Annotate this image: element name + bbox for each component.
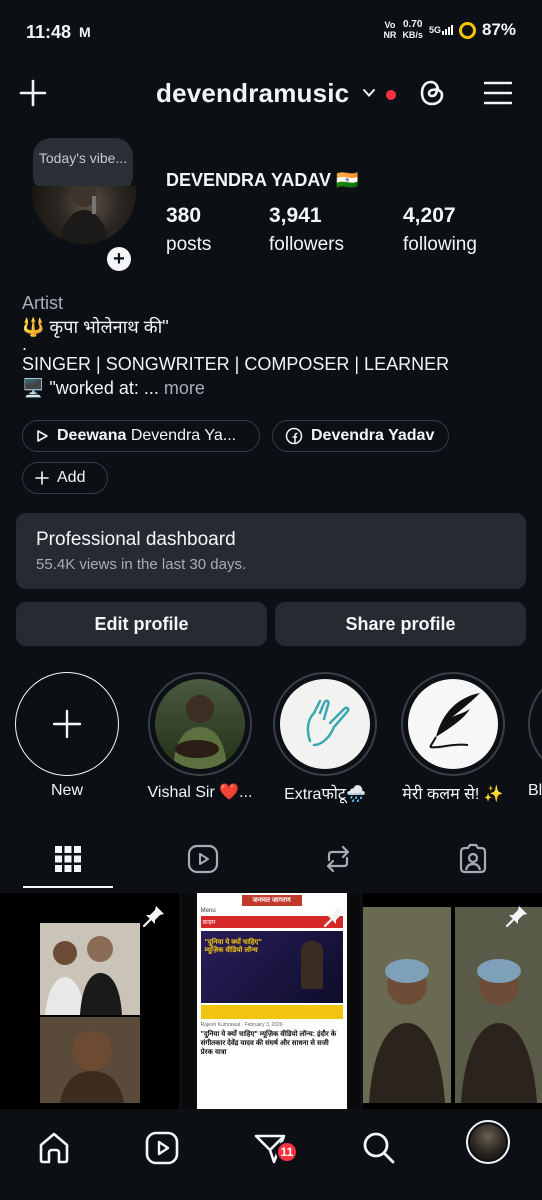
music-chip[interactable]: Deewana Devendra Ya... [22, 420, 260, 452]
pin-icon [142, 906, 164, 928]
post-thumbnail[interactable] [363, 893, 542, 1109]
nav-profile-avatar[interactable] [466, 1120, 510, 1164]
battery-saver-icon [458, 21, 476, 39]
professional-dashboard[interactable]: Professional dashboard 55.4K views in th… [16, 513, 526, 589]
highlight-item[interactable]: मेरी कलम से! ✨ [401, 672, 505, 804]
home-icon [39, 1132, 69, 1164]
bio-line: SINGER | SONGWRITER | COMPOSER | LEARNER [22, 354, 450, 374]
add-link-chip[interactable]: Add [22, 462, 108, 494]
pin-icon [505, 906, 528, 928]
add-story-button[interactable]: + [104, 244, 134, 274]
pin-icon [324, 906, 346, 928]
note-text: Today's vibe... [38, 150, 128, 166]
stat-posts[interactable]: 380 posts [166, 204, 211, 256]
news-byline: Rajesh Kumrawat [200, 1022, 241, 1028]
carrier-icon: M [79, 24, 91, 40]
more-link[interactable]: more [164, 378, 205, 398]
nav-search[interactable] [354, 1123, 404, 1173]
reels-icon [187, 844, 219, 874]
avatar[interactable] [32, 186, 136, 244]
network-speed: 0.70 KB/s [402, 19, 423, 41]
facebook-chip[interactable]: Devendra Yadav [272, 420, 449, 452]
tab-reels[interactable] [158, 830, 248, 888]
bio-line: 🔱 कृपा भोलेनाथ की" [22, 316, 169, 337]
display-name: DEVENDRA YADAV 🇮🇳 [166, 170, 359, 190]
news-headline: "दुनिया ये क्यों चाहिए" म्यूज़िक वीडियो … [200, 1031, 337, 1056]
plus-icon [52, 709, 82, 739]
grid-icon [55, 846, 81, 872]
news-image-headline: "दुनिया ये क्यों चाहिए" म्यूज़िक वीडियो … [204, 939, 262, 954]
play-icon [37, 430, 48, 442]
battery-percent: 87% [481, 20, 516, 39]
profile-header: devendramusic [0, 72, 542, 118]
avatar-photo [60, 186, 108, 244]
news-image: "दुनिया ये क्यों चाहिए" म्यूज़िक वीडियो … [200, 931, 343, 1003]
highlight-new[interactable]: New [15, 672, 119, 800]
posts-grid: जनमत जागरण Menu क्राइम "दुनिया ये क्यों … [0, 893, 542, 1109]
highlight-item[interactable]: Extraफोटू🌧️ [273, 672, 377, 804]
quill-icon [429, 693, 480, 749]
nav-reels[interactable] [137, 1123, 187, 1173]
search-icon [363, 1132, 395, 1164]
threads-icon[interactable] [416, 76, 448, 110]
bottom-nav [0, 1109, 542, 1200]
messages-badge: 11 [276, 1141, 298, 1163]
reposts-icon [326, 845, 350, 873]
post-thumbnail[interactable]: जनमत जागरण Menu क्राइम "दुनिया ये क्यों … [181, 893, 361, 1109]
hand-sign-icon [306, 699, 350, 747]
status-time: 11:48 [26, 21, 72, 42]
tab-tagged[interactable] [428, 830, 518, 888]
news-brand: जनमत जागरण [241, 895, 302, 906]
reels-icon [145, 1131, 179, 1165]
tab-reposts[interactable] [293, 830, 383, 888]
bio-line: . [22, 334, 28, 354]
username-title[interactable]: devendramusic [156, 78, 349, 109]
post-thumbnail[interactable] [0, 893, 179, 1109]
volte-indicator: Vo NR [383, 20, 397, 40]
stat-following[interactable]: 4,207 following [403, 204, 477, 256]
notification-dot [386, 90, 396, 100]
highlight-item[interactable]: Bl [528, 672, 542, 800]
status-bar: 11:48 M Vo NR 0.70 KB/s 5G 87% [0, 0, 542, 64]
stat-followers[interactable]: 3,941 followers [269, 204, 344, 256]
news-date: February 3, 2026 [244, 1022, 283, 1028]
edit-profile-button[interactable]: Edit profile [16, 602, 267, 646]
tab-grid[interactable] [23, 830, 113, 888]
nav-home[interactable] [29, 1123, 79, 1173]
signal-icon: 5G [429, 25, 453, 35]
chevron-down-icon[interactable] [362, 86, 376, 100]
bio-line: 🖥️ "worked at: ... more [22, 377, 205, 398]
status-icons: Vo NR 0.70 KB/s 5G 87% [383, 19, 516, 41]
highlight-cover [173, 695, 227, 769]
facebook-icon [285, 427, 303, 445]
bio: Artist 🔱 कृपा भोलेनाथ की" . SINGER | SON… [22, 292, 522, 400]
plus-icon [35, 471, 49, 485]
plus-icon[interactable] [18, 78, 48, 108]
menu-icon[interactable] [484, 80, 512, 106]
category-label: Artist [22, 293, 64, 313]
highlight-item[interactable]: Vishal Sir ❤️... [144, 672, 256, 802]
share-profile-button[interactable]: Share profile [275, 602, 526, 646]
tab-underline [23, 886, 113, 888]
profile-tabs [0, 830, 542, 890]
tagged-icon [459, 843, 487, 874]
